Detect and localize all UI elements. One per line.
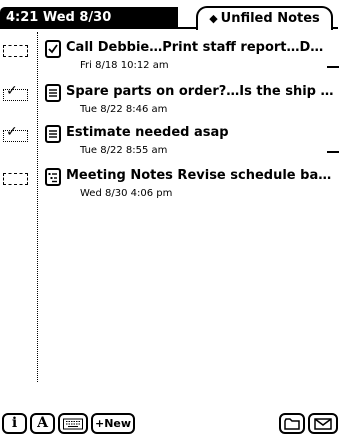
scroll-tick (327, 66, 339, 68)
new-button-label: New (104, 417, 132, 430)
note-title[interactable]: Spare parts on order?…Is the ship … (66, 82, 336, 101)
keyboard-button[interactable] (58, 413, 88, 434)
route-button[interactable] (308, 413, 338, 434)
folder-tab[interactable]: ◆ Unfiled Notes (196, 6, 333, 30)
list-item[interactable]: Meeting Notes Revise schedule ba… Wed 8/… (0, 165, 339, 209)
folder-icon (284, 417, 300, 430)
clock-status[interactable]: 4:21 Wed 8/30 (0, 7, 178, 29)
route-icon (314, 417, 332, 430)
note-checkbox[interactable]: ✓ (3, 84, 28, 101)
folder-button[interactable] (279, 413, 305, 434)
list-item[interactable]: ✓ Estimate needed asap Tue 8/22 8:55 am (0, 122, 339, 166)
new-button[interactable]: +New (91, 413, 135, 434)
diamond-icon: ◆ (209, 12, 218, 25)
note-title[interactable]: Estimate needed asap (66, 123, 336, 142)
check-mark-icon: ✓ (6, 83, 18, 99)
note-date: Wed 8/30 4:06 pm (80, 188, 173, 199)
abc-icon: A (37, 415, 48, 431)
note-icon (45, 125, 61, 143)
new-icon: + (94, 417, 105, 430)
note-date: Tue 8/22 8:46 am (80, 104, 168, 115)
keyboard-icon (63, 418, 83, 429)
info-button[interactable]: i (2, 413, 27, 434)
outline-icon (45, 168, 61, 186)
note-icon (45, 84, 61, 102)
info-icon: i (11, 415, 18, 431)
note-title[interactable]: Call Debbie…Print staff report…D… (66, 38, 336, 57)
scroll-tick (327, 151, 339, 153)
note-checkbox[interactable] (3, 45, 28, 57)
list-item[interactable]: Call Debbie…Print staff report…D… Fri 8/… (0, 37, 339, 81)
check-mark-icon: ✓ (6, 124, 18, 140)
notes-screen: 4:21 Wed 8/30 ◆ Unfiled Notes Call Debbie… (0, 0, 339, 438)
note-checkbox[interactable] (3, 173, 28, 185)
note-date: Tue 8/22 8:55 am (80, 145, 168, 156)
abc-button[interactable]: A (30, 413, 55, 434)
note-date: Fri 8/18 10:12 am (80, 60, 169, 71)
checklist-icon (45, 40, 61, 58)
list-item[interactable]: ✓ Spare parts on order?…Is the ship … Tu… (0, 81, 339, 125)
note-title[interactable]: Meeting Notes Revise schedule ba… (66, 166, 336, 185)
folder-tab-label: Unfiled Notes (220, 11, 320, 26)
note-checkbox[interactable]: ✓ (3, 125, 28, 142)
